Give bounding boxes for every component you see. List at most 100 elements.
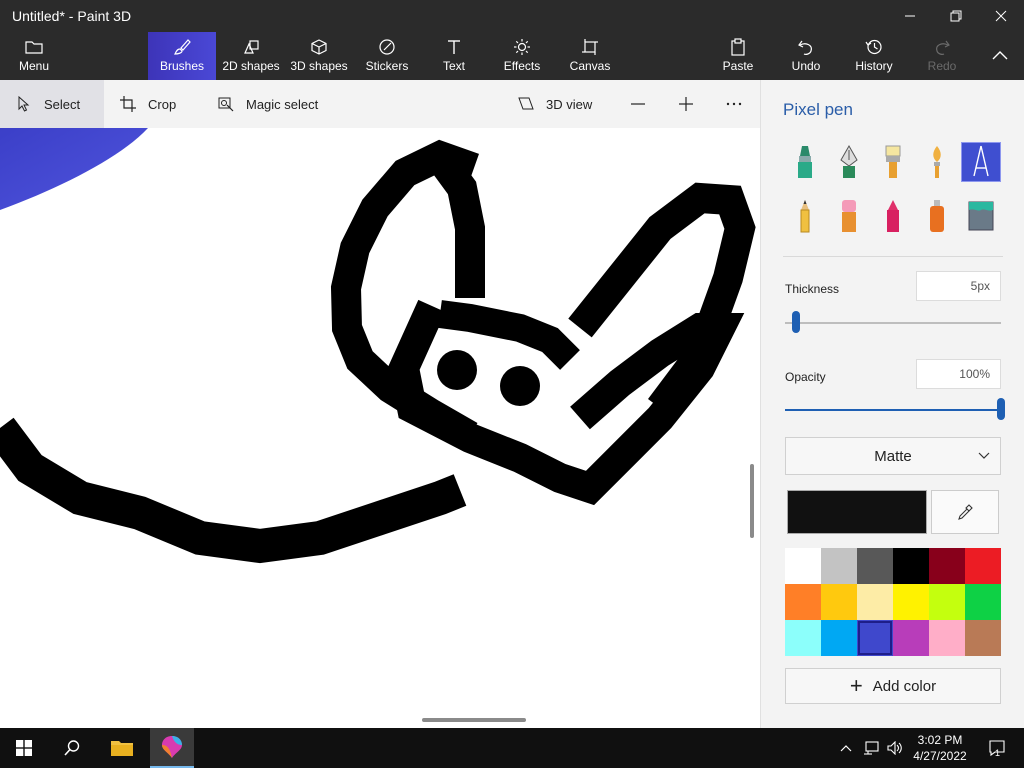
speaker-icon [887,741,902,755]
color-swatch[interactable] [929,620,965,656]
add-color-button[interactable]: + Add color [785,668,1001,704]
pencil-brush[interactable] [785,196,825,236]
add-color-label: Add color [872,677,937,695]
magic-select-icon [218,97,234,112]
tab-brushes[interactable]: Brushes [148,32,216,80]
chevron-up-icon [992,51,1008,60]
minimize-button[interactable] [887,0,933,32]
marker-brush[interactable] [785,142,825,182]
paint3d-icon [162,736,182,758]
thickness-slider-thumb[interactable] [791,311,800,333]
opacity-input[interactable]: 100% [916,359,1001,389]
tab-canvas[interactable]: Canvas [566,32,614,80]
magic-select-button[interactable]: Magic select [218,80,338,128]
color-swatch[interactable] [929,548,965,584]
eyedropper-button[interactable] [931,490,999,534]
plus-icon [679,97,693,111]
color-swatch[interactable] [929,584,965,620]
paint3d-taskbar-button[interactable] [150,728,194,768]
color-swatch[interactable] [821,548,857,584]
volume-button[interactable] [884,728,906,768]
tab-effects[interactable]: Effects [500,32,544,80]
undo-button[interactable]: Undo [786,32,826,80]
color-swatch[interactable] [821,620,857,656]
color-swatch[interactable] [893,584,929,620]
minus-icon [631,103,645,105]
start-button[interactable] [4,728,44,768]
watercolor-brush[interactable] [917,142,957,182]
color-swatch[interactable] [893,548,929,584]
more-options-button[interactable] [726,80,746,128]
sticker-icon [379,39,395,55]
panel-title: Pixel pen [783,100,853,119]
drawing-canvas[interactable] [0,128,760,728]
watercolor-icon [933,146,941,178]
close-button[interactable] [978,0,1024,32]
windows-logo-icon [16,740,32,756]
color-swatch[interactable] [785,584,821,620]
effects-label: Effects [503,59,541,73]
thickness-slider-track [785,322,1001,324]
redo-button[interactable]: Redo [922,32,962,80]
top-inner-stroke [427,149,485,298]
color-swatch[interactable] [965,584,1001,620]
color-swatch[interactable] [821,584,857,620]
color-swatch[interactable] [857,548,893,584]
fill-brush[interactable] [961,196,1001,236]
select-label: Select [44,96,81,112]
clipboard-icon [731,38,745,56]
history-button[interactable]: History [850,32,898,80]
thickness-input[interactable]: 5px [916,271,1001,301]
stickers-label: Stickers [365,59,409,73]
eraser-brush[interactable] [829,196,869,236]
collapse-ribbon-button[interactable] [984,32,1016,80]
calligraphy-pen-brush[interactable] [829,142,869,182]
redo-icon [936,40,950,55]
color-swatch[interactable] [785,548,821,584]
tab-3d-shapes[interactable]: 3D shapes [288,32,350,80]
search-button[interactable] [52,728,92,768]
color-swatch[interactable] [857,584,893,620]
oil-brush[interactable] [873,142,913,182]
paste-button[interactable]: Paste [718,32,758,80]
right-eye [500,366,540,406]
current-color[interactable] [787,490,927,534]
spray-can-brush[interactable] [917,196,957,236]
file-explorer-button[interactable] [102,728,142,768]
restore-icon [950,10,962,22]
color-swatch[interactable] [785,620,821,656]
text-label: Text [442,59,465,73]
zoom-in-button[interactable] [678,80,698,128]
tab-stickers[interactable]: Stickers [360,32,414,80]
network-button[interactable] [860,728,882,768]
color-swatch[interactable] [857,620,893,656]
restore-button[interactable] [933,0,979,32]
tab-text[interactable]: Text [432,32,476,80]
finish-value: Matte [874,447,912,465]
history-label: History [855,59,893,73]
clock-time: 3:02 PM [917,733,963,747]
tab-2d-shapes[interactable]: 2D shapes [220,32,282,80]
history-icon [865,39,882,55]
calligraphy-pen-icon [840,144,858,178]
color-swatch[interactable] [965,620,1001,656]
color-swatch[interactable] [965,548,1001,584]
left-eye [437,350,477,390]
opacity-label: Opacity [785,370,826,384]
crop-button[interactable]: Crop [120,80,200,128]
pixel-pen-brush[interactable] [961,142,1001,182]
finish-dropdown[interactable]: Matte [785,437,1001,475]
taskbar-clock[interactable]: 3:02 PM 4/27/2022 [905,732,975,764]
color-swatch[interactable] [893,620,929,656]
3d-view-button[interactable]: 3D view [518,80,608,128]
menu-button[interactable]: Menu [8,32,60,80]
vertical-scrollbar[interactable] [750,464,754,538]
horizontal-scrollbar[interactable] [422,718,526,722]
crop-label: Crop [148,96,177,112]
crayon-brush[interactable] [873,196,913,236]
zoom-out-button[interactable] [630,80,650,128]
spray-can-icon [930,200,944,232]
select-button[interactable]: Select [0,80,104,128]
show-hidden-icons-button[interactable] [836,728,856,768]
opacity-slider-thumb[interactable] [997,398,1005,420]
